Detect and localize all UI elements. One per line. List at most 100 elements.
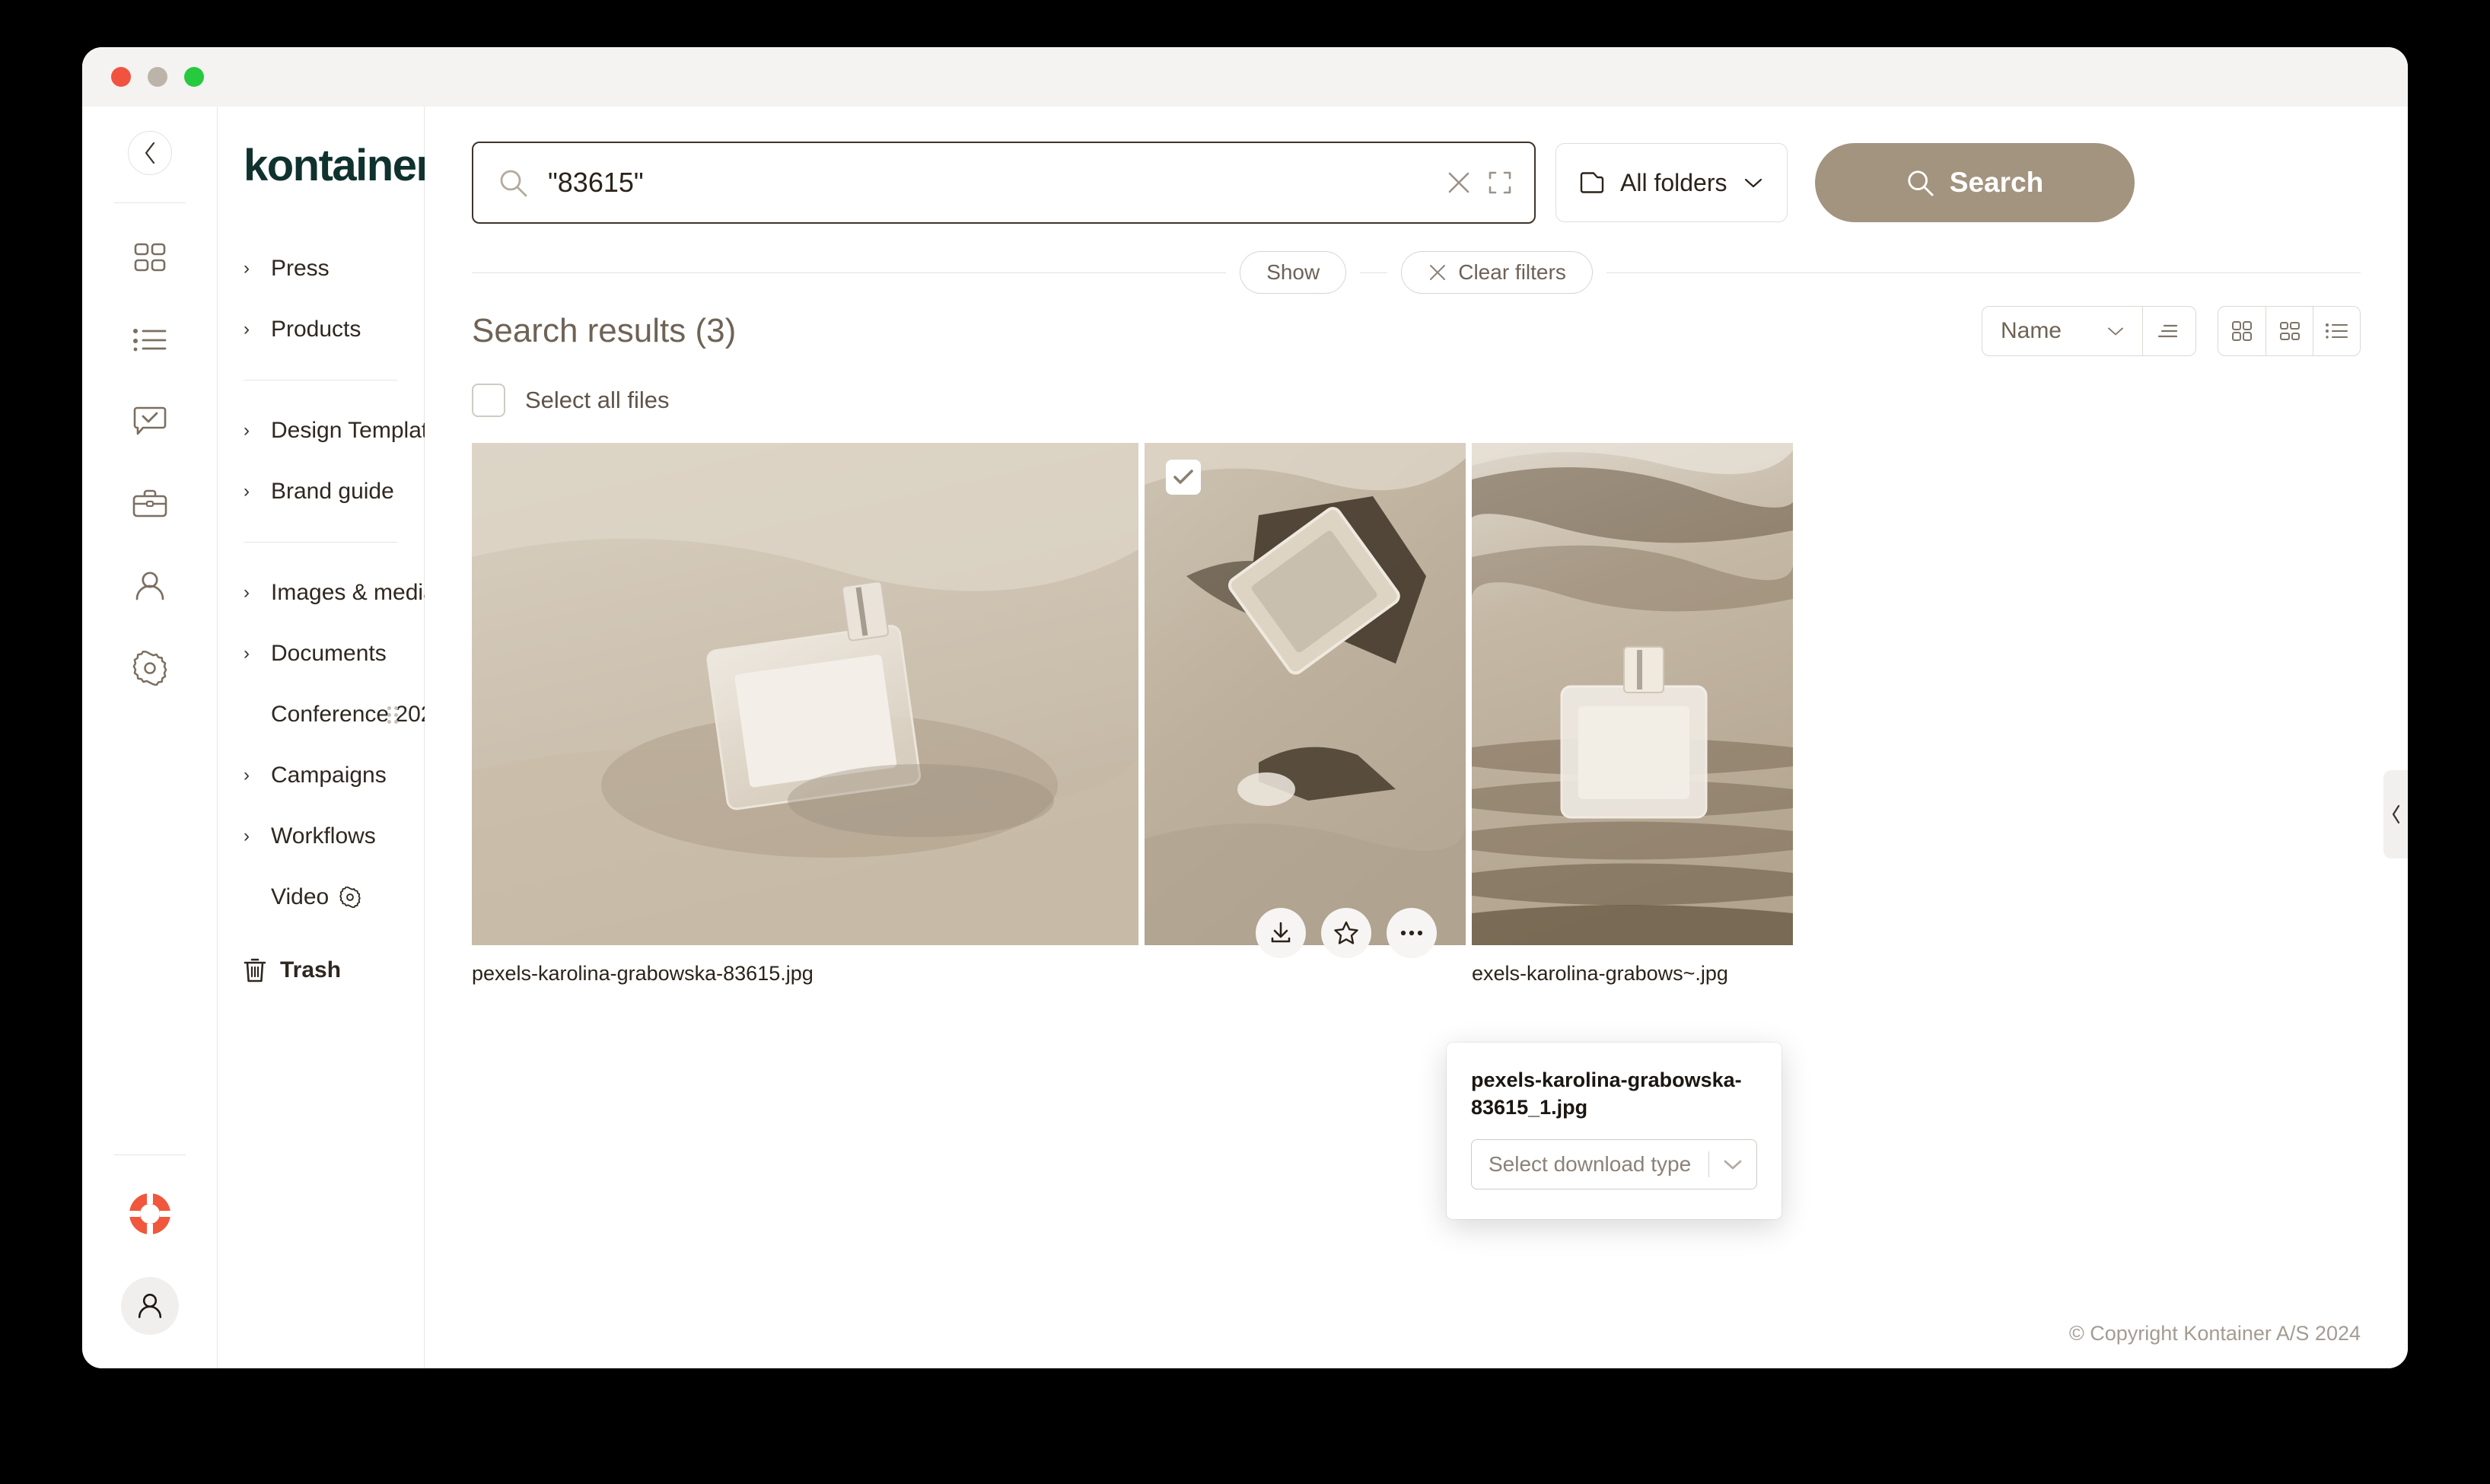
right-drawer-toggle[interactable] (2383, 770, 2408, 858)
chevron-left-icon (2392, 804, 2400, 824)
sidebar-item-collections[interactable] (122, 311, 178, 368)
folder-item-workflows[interactable]: › Workflows (244, 806, 398, 867)
more-options-button[interactable] (1387, 908, 1437, 958)
download-type-popover: pexels-karolina-grabowska-83615_1.jpg Se… (1447, 1043, 1782, 1219)
view-grid-mixed-button[interactable] (2266, 307, 2313, 355)
select-all-checkbox[interactable] (472, 384, 505, 417)
app-body: kontainer. › Press › Products › Design T… (82, 107, 2408, 1368)
sort-control-group: Name (1981, 306, 2196, 356)
favorite-button[interactable] (1321, 908, 1371, 958)
approval-chat-icon (133, 406, 166, 435)
gear-icon (132, 651, 167, 686)
trash-label: Trash (280, 957, 342, 982)
popover-filename: pexels-karolina-grabowska-83615_1.jpg (1471, 1068, 1742, 1119)
clear-filters-button[interactable]: Clear filters (1401, 251, 1593, 294)
folder-item-images-media[interactable]: › Images & media (244, 562, 436, 623)
sidebar-item-dashboard[interactable] (122, 229, 178, 285)
person-icon (135, 572, 164, 600)
show-filters-button[interactable]: Show (1240, 251, 1347, 294)
sidebar-divider (244, 380, 398, 381)
folder-scope-dropdown[interactable]: All folders (1555, 143, 1788, 222)
file-card[interactable] (1145, 443, 1466, 986)
rail-divider (113, 202, 186, 203)
list-view-icon (2325, 323, 2348, 339)
grid-large-icon (2232, 321, 2252, 341)
folder-settings-button[interactable] (339, 887, 361, 908)
filter-strip: Show Clear filters (472, 250, 2361, 295)
download-button[interactable] (1256, 908, 1306, 958)
folder-scope-label: All folders (1620, 168, 1727, 196)
sort-descending-icon (2157, 324, 2177, 338)
lifebuoy-icon (129, 1193, 170, 1234)
search-icon (498, 167, 528, 198)
ellipsis-icon (1400, 930, 1423, 936)
user-avatar[interactable] (120, 1277, 179, 1335)
filter-strip-line-mid (1360, 272, 1388, 273)
folder-tree: › Press › Products › Design Templates › … (218, 238, 452, 1001)
sidebar-divider (244, 542, 398, 543)
file-hover-actions (1256, 908, 1437, 958)
results-grid: pexels-karolina-grabowska-83615.jpg exel… (472, 443, 2361, 986)
sidebar-item-approvals[interactable] (122, 393, 178, 450)
folder-group-1: › Press › Products (218, 238, 424, 360)
folder-item-trash[interactable]: Trash (218, 940, 424, 1001)
briefcase-icon (132, 489, 167, 517)
drag-handle-icon[interactable] (387, 705, 398, 724)
checkmark-icon (1173, 470, 1193, 484)
chevron-down-icon (1744, 178, 1762, 188)
chevron-right-icon: › (244, 826, 250, 846)
collapse-sidebar-button[interactable] (127, 131, 172, 175)
chevron-left-icon (145, 142, 154, 164)
folder-item-products[interactable]: › Products (244, 299, 398, 360)
help-button[interactable] (122, 1186, 178, 1242)
chevron-right-icon: › (244, 258, 250, 279)
folder-item-press[interactable]: › Press (244, 238, 398, 299)
file-card[interactable]: exels-karolina-grabows~.jpg (1472, 443, 1793, 986)
app-logo: kontainer. (244, 141, 441, 190)
view-mode-group (2218, 306, 2361, 356)
folder-label: Campaigns (271, 763, 387, 788)
filter-strip-line-right (1606, 272, 2361, 273)
folder-item-campaigns[interactable]: › Campaigns (244, 745, 398, 806)
search-submit-button[interactable]: Search (1814, 143, 2135, 222)
clear-search-button[interactable] (1446, 170, 1472, 196)
file-thumbnail (1145, 443, 1466, 945)
window-close-button[interactable] (111, 67, 131, 87)
sort-field-label: Name (2000, 318, 2062, 343)
search-input[interactable]: "83615" (548, 167, 1431, 199)
file-select-checkbox[interactable] (1166, 460, 1201, 495)
window-minimize-button[interactable] (148, 67, 167, 87)
sort-field-dropdown[interactable]: Name (1982, 307, 2142, 355)
icon-rail (82, 107, 218, 1368)
view-list-button[interactable] (2313, 307, 2360, 355)
gear-icon (339, 887, 361, 908)
expand-search-button[interactable] (1487, 170, 1513, 196)
download-type-select[interactable]: Select download type (1471, 1139, 1757, 1190)
star-icon (1334, 921, 1358, 944)
filter-strip-line-left (472, 272, 1227, 273)
folder-item-design-templates[interactable]: › Design Templates (244, 400, 452, 461)
folder-item-conference-2023[interactable]: Conference 2023 (244, 684, 446, 745)
search-field-wrapper[interactable]: "83615" (472, 142, 1536, 224)
sort-direction-button[interactable] (2142, 307, 2195, 355)
user-avatar-icon (138, 1294, 161, 1318)
folder-label: Press (271, 256, 330, 281)
rail-bottom-section (82, 1154, 217, 1368)
page-title: Search results (3) (472, 312, 737, 349)
file-card[interactable]: pexels-karolina-grabowska-83615.jpg (472, 443, 1138, 986)
sidebar-item-projects[interactable] (122, 476, 178, 532)
chevron-right-icon: › (244, 643, 250, 664)
results-header: Search results (3) Name (472, 306, 2361, 356)
folder-item-brand-guide[interactable]: › Brand guide (244, 461, 398, 522)
sidebar-item-settings[interactable] (122, 640, 178, 696)
folder-item-documents[interactable]: › Documents (244, 623, 398, 684)
sidebar-item-contacts[interactable] (122, 558, 178, 614)
window-titlebar (82, 47, 2408, 107)
search-toolbar: "83615" All folders Search (472, 142, 2361, 224)
grid-mixed-icon (2279, 322, 2300, 340)
folder-item-video[interactable]: Video (244, 867, 398, 928)
window-zoom-button[interactable] (184, 67, 204, 87)
view-grid-large-button[interactable] (2218, 307, 2266, 355)
close-x-icon (1430, 265, 1446, 280)
rail-divider-bottom (113, 1154, 186, 1155)
